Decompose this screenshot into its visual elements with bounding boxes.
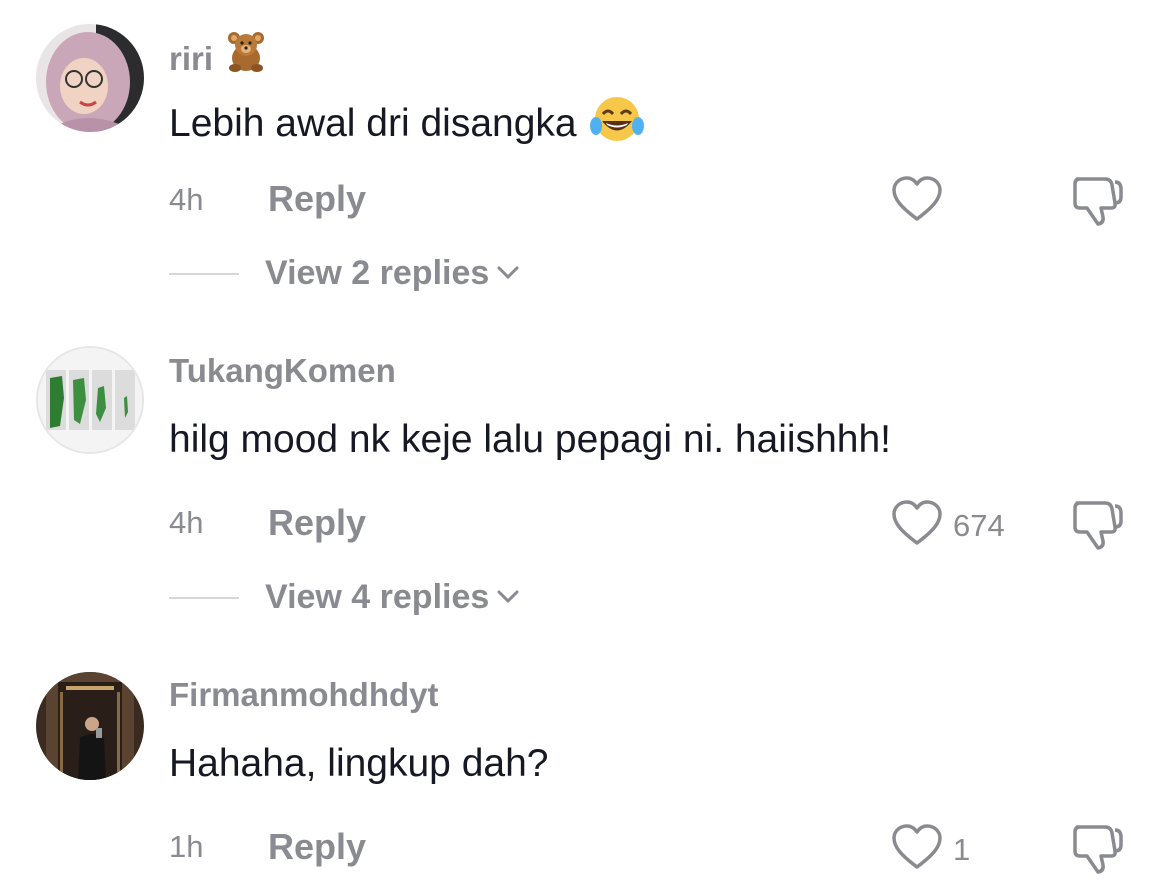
reply-button[interactable]: Reply: [268, 502, 366, 544]
username[interactable]: Firmanmohdhdyt: [169, 676, 439, 714]
dislike-button[interactable]: [1071, 499, 1125, 556]
face-with-tears-of-joy-icon: [589, 94, 645, 154]
username[interactable]: riri: [169, 28, 269, 82]
dislike-button[interactable]: [1071, 823, 1125, 880]
thumbs-down-icon: [1071, 177, 1125, 231]
avatar[interactable]: [36, 346, 144, 454]
view-replies-button[interactable]: View 2 replies: [169, 254, 519, 293]
comment-text-content: Lebih awal dri disangka: [169, 102, 577, 145]
divider-line: [169, 596, 239, 599]
divider-line: [169, 272, 239, 275]
heart-icon: [891, 823, 943, 876]
like-button[interactable]: [891, 175, 953, 228]
like-count: 674: [953, 507, 1005, 543]
comment-time: 4h: [169, 505, 204, 540]
reply-button[interactable]: Reply: [268, 178, 366, 220]
comment-text: hilg mood nk keje lalu pepagi ni. haiish…: [169, 418, 891, 461]
heart-icon: [891, 175, 943, 228]
chevron-down-icon: [497, 266, 519, 285]
comment-text: Hahaha, lingkup dah?: [169, 742, 549, 785]
reply-button[interactable]: Reply: [268, 826, 366, 868]
view-replies-button[interactable]: View 4 replies: [169, 578, 519, 617]
like-count: 1: [953, 831, 971, 867]
thumbs-down-icon: [1071, 501, 1125, 555]
view-replies-label: View 2 replies: [265, 254, 490, 292]
like-button[interactable]: 1: [891, 823, 970, 876]
username[interactable]: TukangKomen: [169, 352, 396, 390]
comment-time: 4h: [169, 182, 204, 217]
avatar[interactable]: [36, 24, 144, 132]
chevron-down-icon: [497, 590, 519, 609]
comment-text: Lebih awal dri disangka: [169, 94, 645, 154]
view-replies-label: View 4 replies: [265, 578, 490, 616]
dislike-button[interactable]: [1071, 175, 1125, 232]
teddy-bear-icon: [223, 28, 269, 82]
like-button[interactable]: 674: [891, 499, 1005, 552]
avatar[interactable]: [36, 672, 144, 780]
comment-time: 1h: [169, 829, 204, 864]
heart-icon: [891, 499, 943, 552]
thumbs-down-icon: [1071, 825, 1125, 879]
username-text: riri: [169, 40, 214, 77]
